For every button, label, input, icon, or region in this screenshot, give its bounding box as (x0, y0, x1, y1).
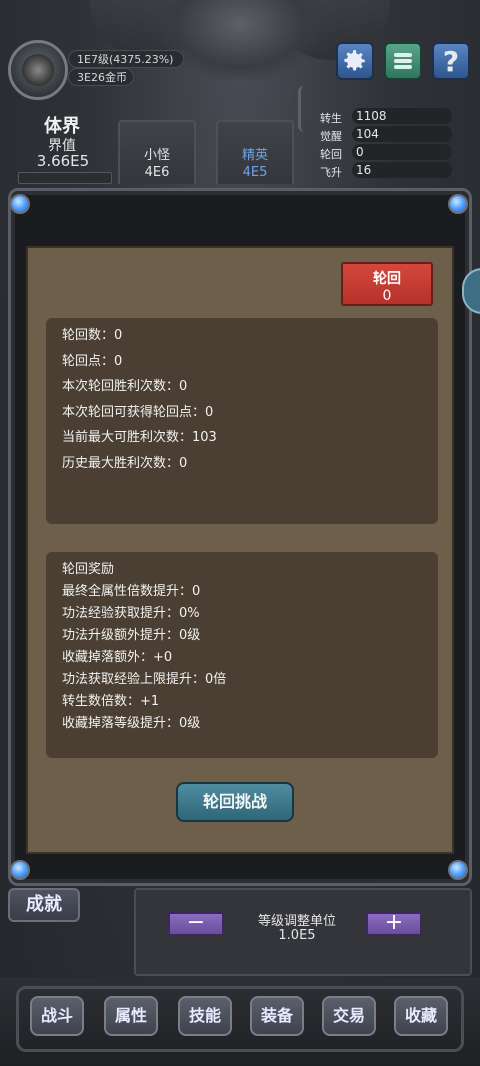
settings-button[interactable] (336, 42, 374, 80)
orb-ornament (10, 194, 30, 214)
nav-skills[interactable]: 技能 (178, 996, 232, 1036)
tab-elite-value: 4E5 (242, 165, 268, 180)
reward-line: 功法经验获取提升：0% (62, 606, 200, 621)
avatar-portrait (22, 54, 54, 86)
stat-row: 转生 1108 (316, 108, 452, 126)
adjust-unit-value: 1.0E5 (278, 928, 316, 943)
stat-value: 104 (352, 126, 452, 142)
tab-elite-label: 精英 (241, 148, 268, 163)
stat-value: 16 (352, 162, 452, 178)
nav-equipment[interactable]: 装备 (250, 996, 304, 1036)
orb-ornament (448, 860, 468, 880)
reward-line: 最终全属性倍数提升：0 (62, 584, 201, 599)
reward-line: 功法获取经验上限提升：0倍 (62, 672, 227, 687)
info-line: 本次轮回胜利次数：0 (62, 379, 188, 394)
reward-line: 功法升级额外提升：0级 (62, 628, 201, 643)
increase-button[interactable]: + (366, 912, 422, 936)
skull-ornament (160, 0, 320, 80)
info-line: 当前最大可胜利次数：103 (62, 430, 217, 445)
info-line: 轮回点：0 (62, 354, 123, 369)
realm-progress-bar (18, 172, 112, 184)
help-icon: ? (442, 44, 460, 78)
reward-line: 收藏掉落额外：+0 (62, 650, 173, 665)
nav-attributes[interactable]: 属性 (104, 996, 158, 1036)
stat-row: 轮回 0 (316, 144, 452, 162)
realm-value: 3.66E5 (36, 152, 90, 170)
tab-minions-label: 小怪 (143, 148, 170, 163)
stat-label: 轮回 (320, 148, 342, 161)
info-line: 轮回数：0 (62, 328, 123, 343)
gear-icon (344, 50, 365, 71)
help-button[interactable]: ? (432, 42, 470, 80)
reincarnation-rewards-box: 轮回奖励 最终全属性倍数提升：0 功法经验获取提升：0% 功法升级额外提升：0级… (46, 552, 438, 758)
stats-panel: 转生 1108 觉醒 104 轮回 0 飞升 16 (316, 108, 452, 180)
nav-battle[interactable]: 战斗 (30, 996, 84, 1036)
level-pill: 1E7级(4375.23%) (68, 50, 184, 68)
menu-button[interactable] (384, 42, 422, 80)
nav-collection[interactable]: 收藏 (394, 996, 448, 1036)
orb-ornament (448, 194, 468, 214)
dialog-header (38, 196, 442, 246)
tab-minions[interactable]: 小怪 4E6 (118, 120, 196, 184)
stat-row: 觉醒 104 (316, 126, 452, 144)
stats-ornament (298, 86, 311, 132)
menu-icon (394, 53, 412, 69)
gold-pill: 3E26金币 (68, 68, 134, 86)
rewards-title: 轮回奖励 (62, 562, 115, 577)
reward-line: 收藏掉落等级提升：0级 (62, 716, 201, 731)
decrease-button[interactable]: − (168, 912, 224, 936)
orb-ornament (10, 860, 30, 880)
stat-value: 1108 (352, 108, 452, 124)
stat-value: 0 (352, 144, 452, 160)
reward-line: 转生数倍数：+1 (62, 694, 160, 709)
achievements-button[interactable]: 成就 (8, 888, 80, 922)
tab-elite[interactable]: 精英 4E5 (216, 120, 294, 184)
stat-label: 飞升 (320, 166, 342, 179)
stat-row: 飞升 16 (316, 162, 452, 180)
info-line: 历史最大胜利次数：0 (62, 456, 188, 471)
stat-label: 转生 (320, 112, 342, 125)
tab-minions-value: 4E6 (144, 165, 170, 180)
nav-trade[interactable]: 交易 (322, 996, 376, 1036)
stat-label: 觉醒 (320, 130, 342, 143)
info-line: 本次轮回可获得轮回点：0 (62, 405, 214, 420)
reincarnation-info-box: 轮回数：0 轮回点：0 本次轮回胜利次数：0 本次轮回可获得轮回点：0 当前最大… (46, 318, 438, 524)
reincarnation-challenge-button[interactable]: 轮回挑战 (176, 782, 294, 822)
reincarnate-button-label: 轮回 (373, 271, 401, 287)
reincarnate-button[interactable]: 轮回 0 (341, 262, 433, 306)
adjust-unit-label: 等级调整单位 (257, 914, 336, 929)
reincarnate-button-value: 0 (382, 288, 392, 304)
